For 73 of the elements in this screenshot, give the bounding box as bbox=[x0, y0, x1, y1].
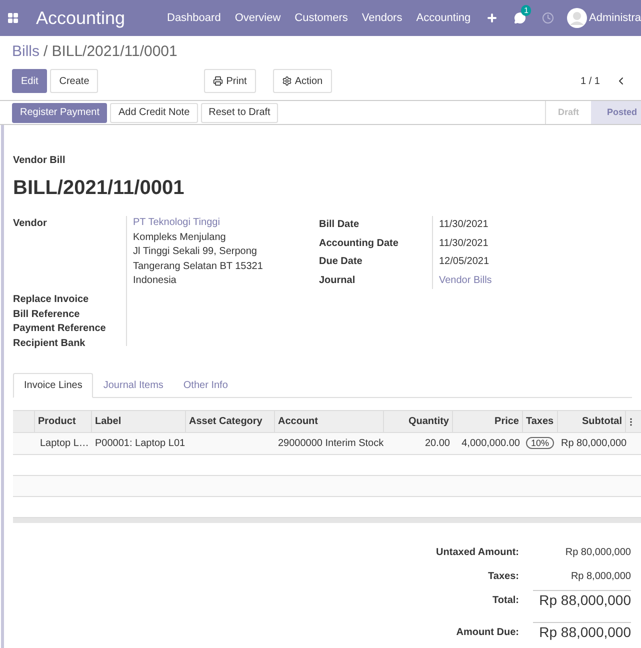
field-label: Bill Reference bbox=[13, 308, 81, 322]
total-label: Amount Due: bbox=[455, 626, 520, 640]
user-name[interactable]: Administra bbox=[589, 10, 641, 26]
printer-icon bbox=[213, 76, 224, 86]
nav-menu-item[interactable]: Accounting bbox=[409, 10, 478, 26]
column-header[interactable]: Taxes bbox=[526, 414, 554, 429]
total-amount: Rp 8,000,000 bbox=[570, 570, 631, 584]
form-tab[interactable]: Journal Items bbox=[93, 373, 174, 397]
column-header[interactable]: Label bbox=[95, 414, 122, 429]
breadcrumb-item[interactable]: Bills bbox=[12, 40, 40, 64]
column-header[interactable]: Quantity bbox=[408, 414, 449, 429]
chat-count-badge: 1 bbox=[521, 5, 532, 16]
table-cell: P00001: Laptop L01 bbox=[95, 438, 186, 449]
date-value: 11/30/2021 bbox=[439, 236, 490, 250]
create-button[interactable]: Create bbox=[50, 69, 98, 93]
nav-menu-item[interactable]: Customers bbox=[288, 10, 355, 26]
column-header[interactable]: Account bbox=[278, 414, 318, 429]
total-label: Total: bbox=[492, 594, 520, 608]
total-amount: Rp 88,000,000 bbox=[533, 622, 631, 641]
total-label: Untaxed Amount: bbox=[435, 546, 520, 560]
total-amount: Rp 88,000,000 bbox=[533, 590, 631, 609]
document-type: Vendor Bill bbox=[13, 154, 66, 168]
app-title: Accounting bbox=[36, 6, 126, 30]
bill-number: BILL/2021/11/0001 bbox=[13, 176, 186, 200]
form-tab[interactable]: Invoice Lines bbox=[13, 373, 94, 398]
date-value: 12/05/2021 bbox=[439, 255, 490, 269]
vendor-address-line: Indonesia bbox=[133, 274, 178, 288]
nav-menu-item[interactable]: Overview bbox=[228, 10, 288, 26]
date-value: 11/30/2021 bbox=[439, 218, 490, 232]
column-header[interactable]: Subtotal bbox=[582, 414, 622, 429]
vendor-address-line: Jl Tinggi Sekali 99, Serpong bbox=[133, 245, 258, 259]
apps-menu-icon[interactable] bbox=[7, 12, 19, 24]
vendor-address-line: Tangerang Selatan BT 15321 bbox=[133, 260, 264, 274]
status-action-button[interactable]: Add Credit Note bbox=[110, 102, 198, 122]
nav-menu-item[interactable]: Vendors bbox=[354, 10, 410, 26]
journal-link[interactable]: Vendor Bills bbox=[439, 272, 492, 290]
vendor-address-line: Kompleks Menjulang bbox=[133, 230, 227, 244]
breadcrumb-item: BILL/2021/11/0001 bbox=[52, 42, 178, 62]
pager-counter: 1 / 1 bbox=[580, 74, 600, 88]
tax-tag: 10% bbox=[526, 437, 554, 449]
status-action-button[interactable]: Register Payment bbox=[12, 102, 108, 122]
field-label: Payment Reference bbox=[13, 322, 107, 336]
field-label: Vendor bbox=[13, 217, 48, 231]
field-label: Bill Date bbox=[319, 218, 360, 232]
table-cell: 4,000,000.00 bbox=[462, 438, 520, 449]
field-label: Recipient Bank bbox=[13, 336, 86, 350]
gear-icon bbox=[282, 76, 292, 86]
chat-icon[interactable] bbox=[514, 12, 526, 24]
vendor-link[interactable]: PT Teknologi Tinggi bbox=[133, 216, 319, 230]
table-cell: 20.00 bbox=[424, 438, 450, 449]
action-button[interactable]: Action bbox=[272, 69, 332, 93]
table-cell: Laptop L… bbox=[40, 438, 89, 449]
total-amount: Rp 80,000,000 bbox=[564, 546, 631, 560]
user-avatar-icon[interactable] bbox=[567, 8, 588, 28]
field-label: Due Date bbox=[319, 255, 364, 269]
field-label: Journal bbox=[319, 274, 356, 288]
print-button[interactable]: Print bbox=[204, 69, 256, 93]
activity-icon[interactable] bbox=[542, 12, 554, 24]
status-action-button[interactable]: Reset to Draft bbox=[200, 102, 278, 122]
nav-menu-item[interactable]: Dashboard bbox=[160, 10, 228, 26]
column-header[interactable]: Price bbox=[494, 414, 519, 429]
field-label: Replace Invoice bbox=[13, 293, 90, 307]
breadcrumb-separator: / bbox=[44, 42, 48, 62]
status-stage[interactable]: Posted bbox=[590, 101, 641, 124]
edit-button[interactable]: Edit bbox=[12, 69, 48, 93]
column-header[interactable]: Asset Category bbox=[189, 414, 262, 429]
column-header[interactable]: Product bbox=[38, 414, 76, 429]
field-label: Accounting Date bbox=[319, 236, 400, 250]
add-icon[interactable] bbox=[486, 12, 498, 24]
table-cell: Rp 80,000,000 bbox=[561, 438, 627, 449]
table-cell: 29000000 Interim Stock bbox=[278, 438, 384, 449]
form-tab[interactable]: Other Info bbox=[173, 373, 238, 397]
total-label: Taxes: bbox=[487, 570, 520, 584]
